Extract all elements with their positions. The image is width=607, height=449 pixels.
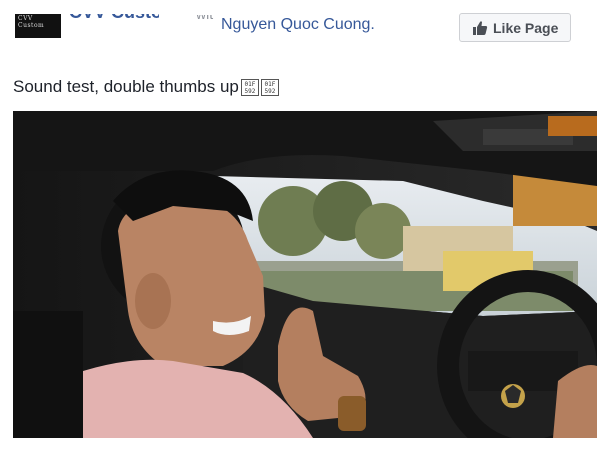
video-player[interactable]	[13, 111, 597, 438]
with-label: with	[196, 15, 214, 25]
thumbs-up-icon	[473, 20, 488, 35]
post-header: CVV Custom CVV Custom with Nguyen Quoc C…	[0, 0, 607, 48]
page-name-text: CVV Custom	[69, 14, 159, 22]
page-avatar[interactable]: CVV Custom	[15, 14, 61, 38]
emoji-fallback-glyph: 01F 592	[240, 78, 259, 96]
emoji-fallback-glyph: 01F 592	[260, 78, 279, 96]
post-message: Sound test, double thumbs up 01F 592 01F 5…	[13, 77, 279, 97]
like-page-label: Like Page	[493, 19, 559, 36]
page-name-link[interactable]: CVV Custom	[69, 14, 159, 22]
like-page-button[interactable]: Like Page	[459, 13, 571, 42]
tagged-person-link[interactable]: Nguyen Quoc Cuong.	[221, 16, 375, 34]
with-label-text: with	[196, 15, 214, 22]
post-message-text: Sound test, double thumbs up	[13, 77, 239, 96]
page-avatar-label: CVV Custom	[18, 15, 45, 29]
video-frame	[13, 111, 597, 438]
